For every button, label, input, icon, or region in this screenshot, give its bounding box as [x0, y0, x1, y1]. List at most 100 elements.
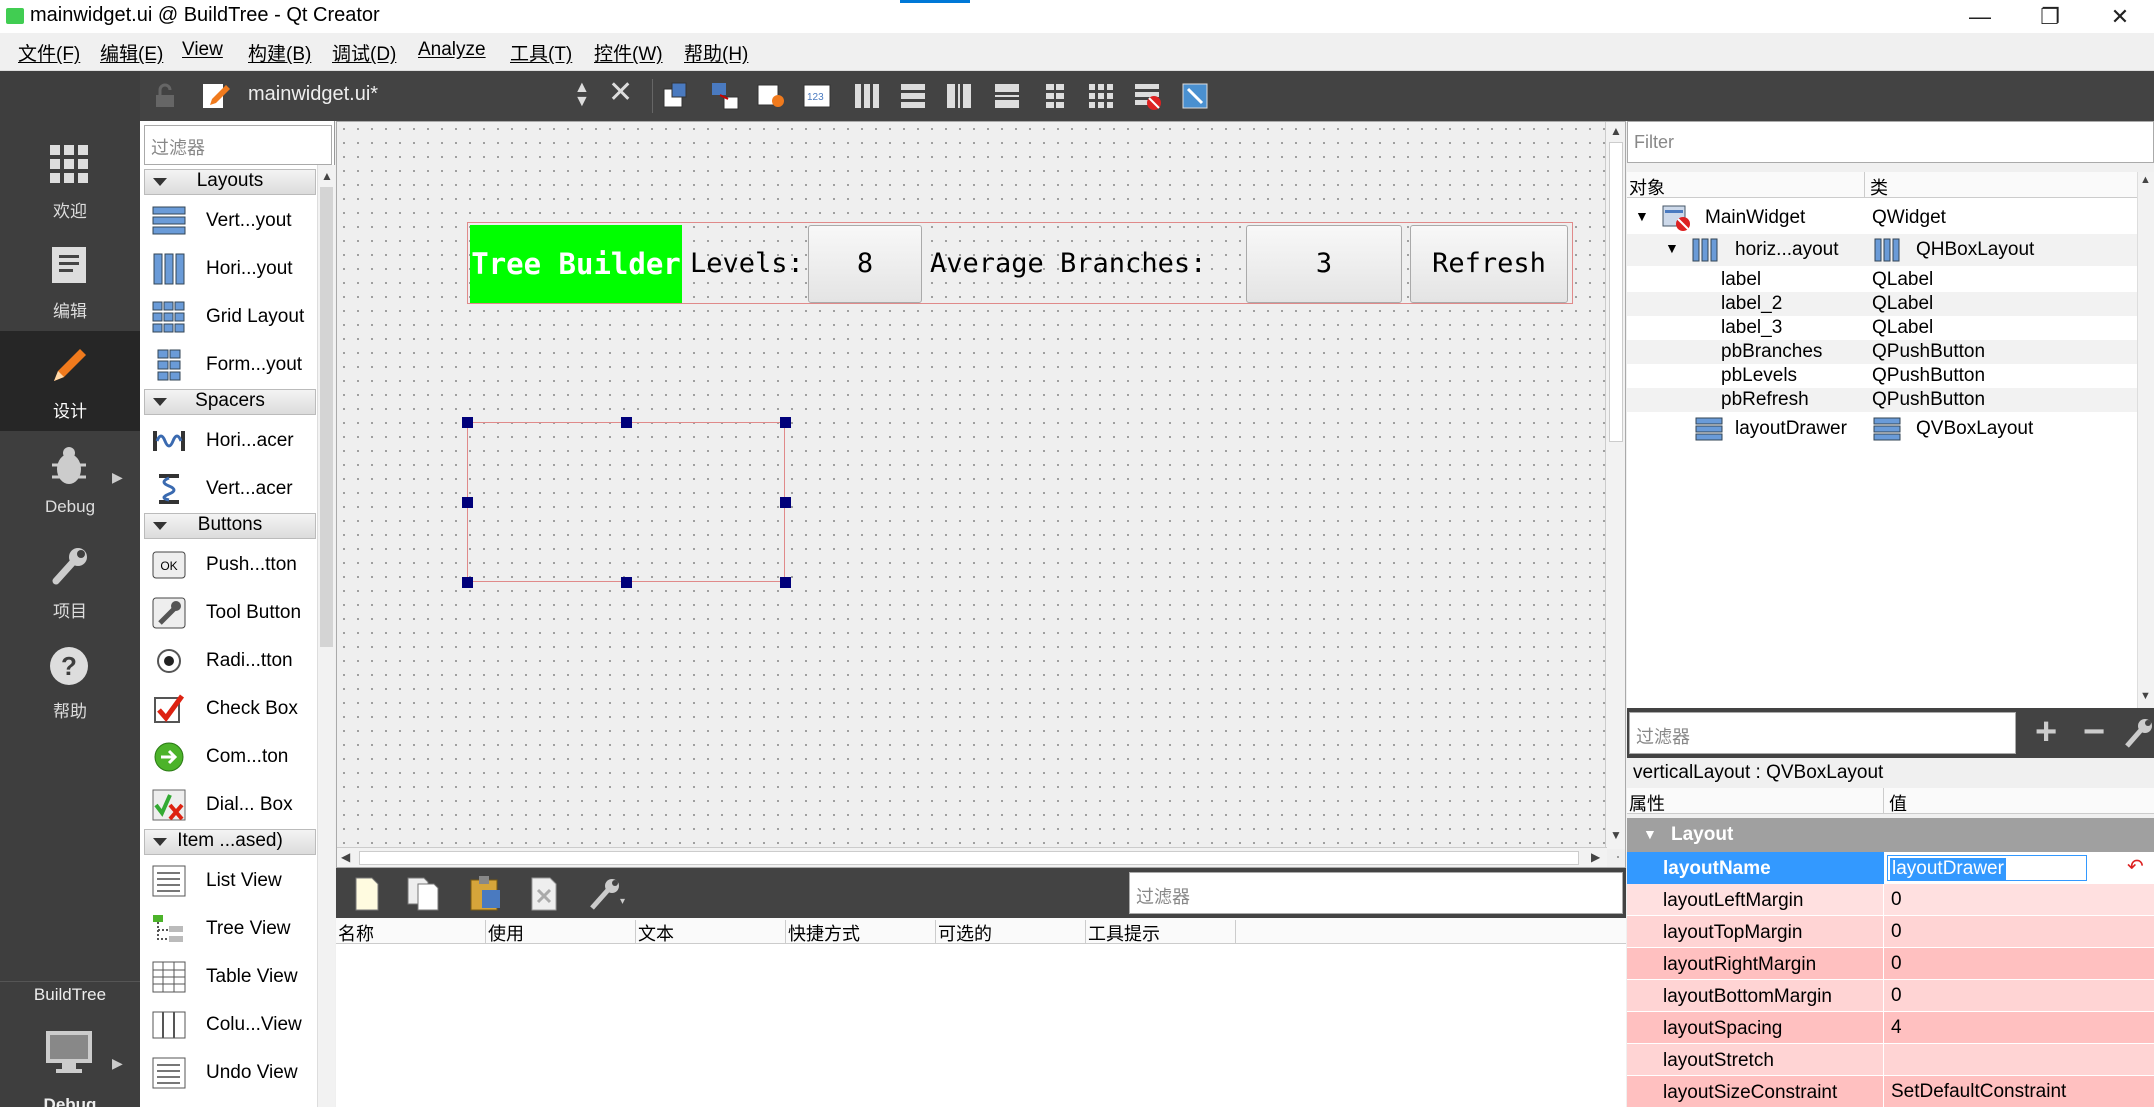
paste-action-icon[interactable]: [468, 874, 504, 912]
property-value[interactable]: 0: [1891, 889, 1902, 911]
mode-help[interactable]: ? 帮助: [0, 631, 140, 731]
configure-property-icon[interactable]: [2123, 716, 2153, 750]
menu-view[interactable]: View: [182, 39, 223, 61]
widget-vertical-layout[interactable]: Vert...yout: [148, 197, 318, 245]
break-layout-icon[interactable]: [1132, 81, 1162, 111]
scroll-left-icon[interactable]: ◀: [341, 850, 350, 864]
menu-analyze[interactable]: Analyze: [418, 39, 486, 61]
scroll-up-icon[interactable]: ▲: [2140, 174, 2151, 186]
layout-splitter-h-icon[interactable]: [944, 81, 974, 111]
edit-signals-icon[interactable]: [710, 81, 740, 111]
property-row-top-margin[interactable]: layoutTopMargin 0: [1627, 916, 2154, 948]
menu-build[interactable]: 构建(B): [248, 39, 311, 66]
resize-handle[interactable]: [462, 497, 473, 508]
resize-handle[interactable]: [462, 417, 473, 428]
scroll-right-icon[interactable]: ▶: [1591, 850, 1600, 864]
scroll-up-icon[interactable]: ▲: [321, 169, 333, 183]
property-row-layoutname[interactable]: layoutName layoutDrawer ↶: [1627, 852, 2154, 884]
mode-welcome[interactable]: 欢迎: [0, 131, 140, 231]
property-row-bottom-margin[interactable]: layoutBottomMargin 0: [1627, 980, 2154, 1012]
property-row-stretch[interactable]: layoutStretch: [1627, 1044, 2154, 1076]
column-header[interactable]: 文本: [638, 920, 786, 944]
expand-arrow-icon[interactable]: ▼: [1635, 208, 1649, 224]
new-action-icon[interactable]: [352, 876, 382, 912]
widget-column-view[interactable]: Colu...View: [148, 1001, 318, 1049]
tree-row-mainwidget[interactable]: ▼ MainWidget QWidget: [1627, 202, 2137, 234]
menu-debug[interactable]: 调试(D): [332, 39, 396, 66]
mode-projects[interactable]: 项目: [0, 531, 140, 631]
edit-buddies-icon[interactable]: [756, 81, 786, 111]
edit-widgets-icon[interactable]: [660, 81, 690, 111]
tree-row-horizontal-layout[interactable]: ▼ horiz...ayout QHBoxLayout: [1627, 234, 2137, 266]
menu-controls[interactable]: 控件(W): [594, 39, 663, 66]
menu-file[interactable]: 文件(F): [18, 39, 80, 66]
column-header[interactable]: 对象: [1629, 174, 1665, 200]
tree-row-pblevels[interactable]: pbLevels QPushButton: [1627, 364, 2137, 388]
layout-vertical-icon[interactable]: [898, 81, 928, 111]
resize-handle[interactable]: [780, 497, 791, 508]
mode-design[interactable]: 设计: [0, 331, 140, 431]
property-value[interactable]: 0: [1891, 953, 1902, 975]
property-value[interactable]: SetDefaultConstraint: [1891, 1081, 2066, 1103]
property-value[interactable]: 4: [1891, 1017, 1902, 1039]
tree-row-layoutdrawer[interactable]: layoutDrawer QVBoxLayout: [1627, 412, 2137, 446]
scroll-down-icon[interactable]: ▼: [2140, 690, 2151, 702]
configure-action-icon[interactable]: ▾: [586, 876, 630, 912]
widget-grid-layout[interactable]: Grid Layout: [148, 293, 318, 341]
widget-filter-input[interactable]: 过滤器: [144, 125, 332, 165]
property-filter-input[interactable]: 过滤器: [1629, 712, 2016, 754]
copy-action-icon[interactable]: [406, 876, 442, 912]
category-item-views[interactable]: Item ...ased): [144, 829, 316, 855]
scroll-down-icon[interactable]: ▼: [1610, 828, 1622, 842]
property-row-right-margin[interactable]: layoutRightMargin 0: [1627, 948, 2154, 980]
widget-horizontal-layout[interactable]: Hori...yout: [148, 245, 318, 293]
property-row-size-constraint[interactable]: layoutSizeConstraint SetDefaultConstraint: [1627, 1076, 2154, 1107]
widget-vertical-spacer[interactable]: Vert...acer: [148, 465, 318, 513]
layout-splitter-v-icon[interactable]: [992, 81, 1022, 111]
mode-edit[interactable]: 编辑: [0, 231, 140, 331]
action-filter-input[interactable]: 过滤器: [1129, 872, 1623, 914]
menu-help[interactable]: 帮助(H): [684, 39, 748, 66]
tree-row-label[interactable]: label QLabel: [1627, 268, 2137, 292]
minimize-button[interactable]: —: [1950, 0, 2010, 33]
levels-button[interactable]: 8: [808, 225, 922, 303]
remove-property-icon[interactable]: −: [2083, 710, 2105, 754]
restore-button[interactable]: ❐: [2020, 0, 2080, 33]
widget-tool-button[interactable]: Tool Button: [148, 589, 318, 637]
branches-button[interactable]: 3: [1246, 225, 1402, 303]
delete-action-icon[interactable]: [528, 876, 562, 912]
widget-radio-button[interactable]: Radi...tton: [148, 637, 318, 685]
document-filename[interactable]: mainwidget.ui*: [248, 83, 378, 106]
widget-push-button[interactable]: OK Push...tton: [148, 541, 318, 589]
resize-handle[interactable]: [621, 417, 632, 428]
canvas-vertical-scrollbar[interactable]: ▲ ▼: [1605, 122, 1625, 849]
horizontal-layout-frame[interactable]: Tree Builder Levels: 8 Average Branches:…: [467, 222, 1573, 304]
scrollbar-thumb[interactable]: [359, 851, 1579, 865]
adjust-size-icon[interactable]: [1180, 81, 1210, 111]
category-buttons[interactable]: Buttons: [144, 513, 316, 539]
scrollbar-thumb[interactable]: [1609, 142, 1623, 442]
column-header[interactable]: 名称: [338, 920, 486, 944]
widget-list-view[interactable]: List View: [148, 857, 318, 905]
close-document-icon[interactable]: ✕: [608, 75, 633, 110]
column-header[interactable]: 工具提示: [1088, 920, 1236, 944]
widget-table-view[interactable]: Table View: [148, 953, 318, 1001]
menu-tools[interactable]: 工具(T): [510, 39, 572, 66]
scroll-up-icon[interactable]: ▲: [1610, 124, 1622, 138]
title-label[interactable]: Tree Builder: [470, 225, 682, 303]
tree-row-label-3[interactable]: label_3 QLabel: [1627, 316, 2137, 340]
column-header[interactable]: 快捷方式: [788, 920, 936, 944]
layout-horizontal-icon[interactable]: [852, 81, 882, 111]
resize-handle[interactable]: [621, 577, 632, 588]
column-header[interactable]: 可选的: [938, 920, 1086, 944]
close-button[interactable]: ✕: [2090, 0, 2150, 33]
refresh-button[interactable]: Refresh: [1410, 225, 1568, 303]
monitor-icon[interactable]: [44, 1029, 94, 1075]
property-row-left-margin[interactable]: layoutLeftMargin 0: [1627, 884, 2154, 916]
object-filter-input[interactable]: Filter: [1627, 121, 2154, 163]
layout-form-icon[interactable]: [1040, 81, 1070, 111]
object-tree-scrollbar[interactable]: ▲ ▼: [2137, 172, 2154, 708]
branches-label[interactable]: Average Branches:: [930, 225, 1206, 303]
add-property-icon[interactable]: +: [2035, 710, 2057, 754]
form-canvas[interactable]: Tree Builder Levels: 8 Average Branches:…: [336, 121, 1626, 868]
